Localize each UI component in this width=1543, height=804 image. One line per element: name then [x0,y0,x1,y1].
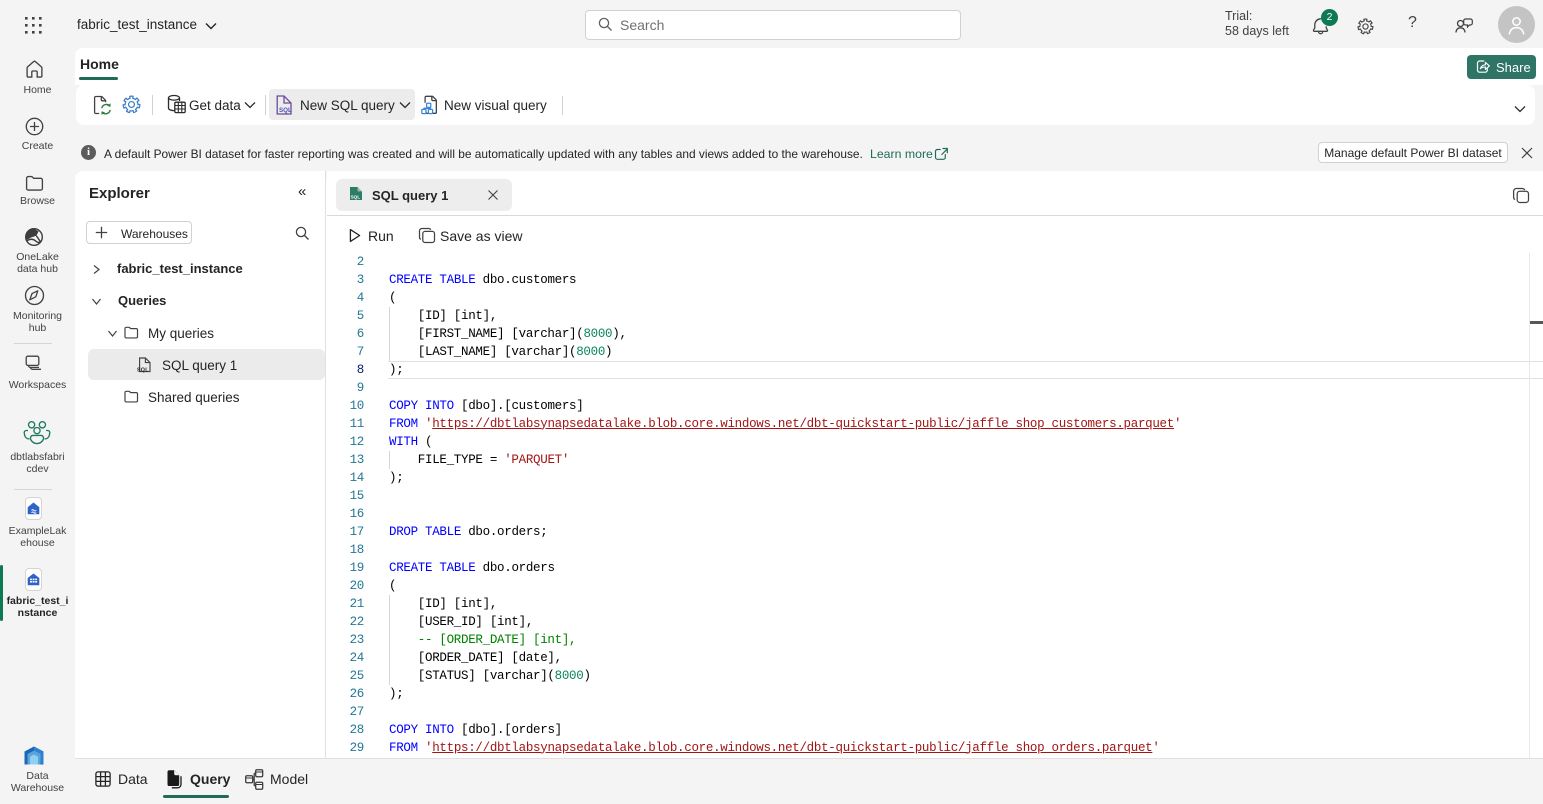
svg-text:SQL: SQL [351,195,361,200]
svg-text:SQL: SQL [137,368,149,374]
svg-text:SQL: SQL [279,107,292,114]
